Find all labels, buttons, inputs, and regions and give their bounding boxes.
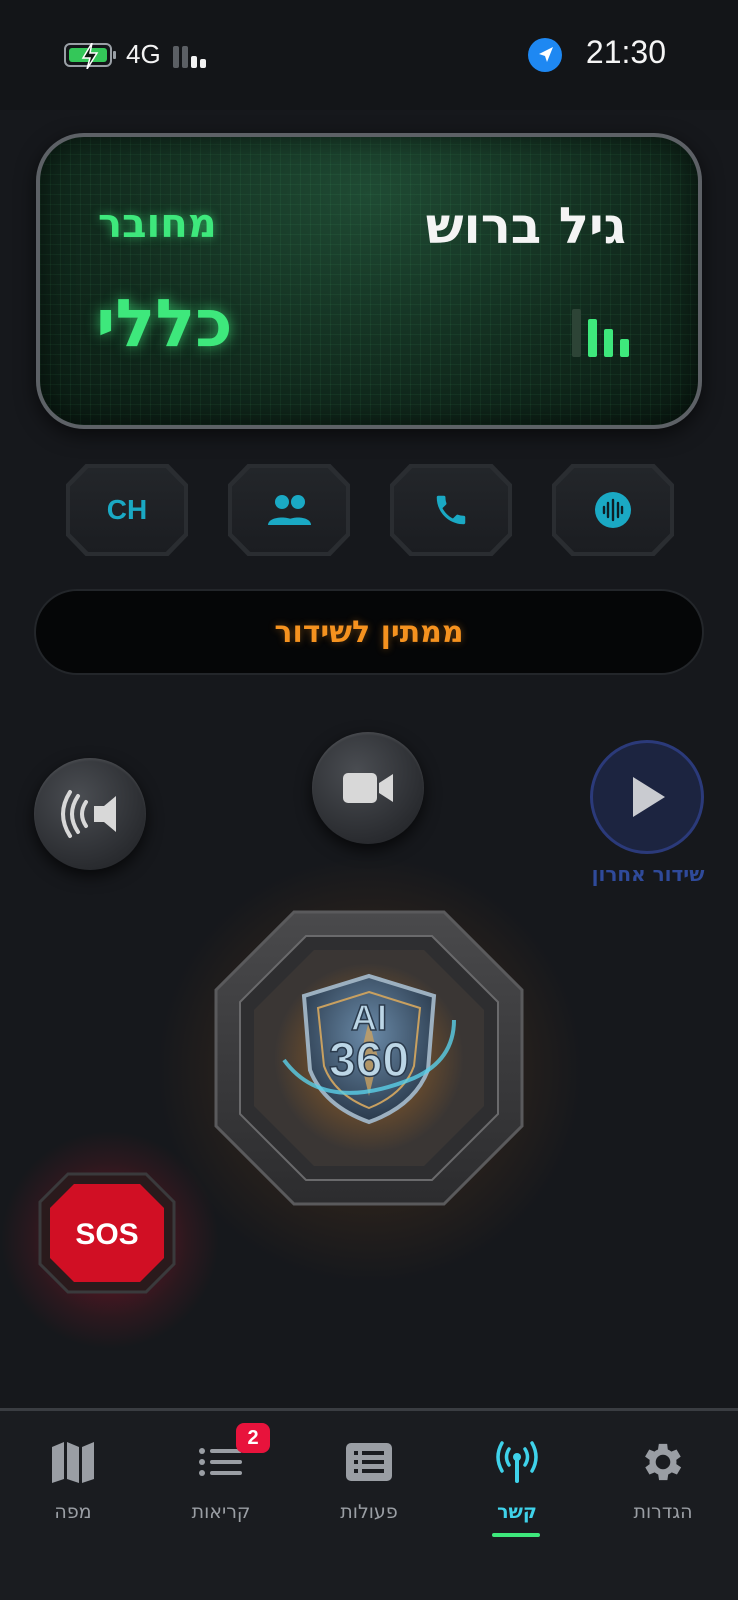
- tab-communication-label: קשר: [497, 1501, 537, 1523]
- tab-settings[interactable]: הגדרות: [598, 1411, 728, 1561]
- map-icon: [52, 1442, 94, 1483]
- active-tab-indicator: [492, 1533, 540, 1537]
- call-button[interactable]: [390, 464, 512, 556]
- svg-text:SOS: SOS: [75, 1218, 138, 1251]
- battery-charging-icon: [64, 43, 116, 69]
- list-panel-icon: [346, 1443, 392, 1481]
- antenna-icon: [496, 1441, 538, 1483]
- replay-button[interactable]: [590, 740, 704, 854]
- signal-bars-icon: [570, 305, 640, 357]
- gear-icon: [645, 1443, 682, 1481]
- channel-button[interactable]: CH: [66, 464, 188, 556]
- phone-icon: [436, 495, 466, 525]
- clock: 21:30: [585, 34, 666, 70]
- tab-communication[interactable]: קשר: [452, 1411, 582, 1561]
- transmission-status: ממתין לשידור: [274, 614, 464, 650]
- connection-status: מחובר: [98, 201, 217, 247]
- video-camera-icon: [343, 773, 393, 803]
- tab-map-label: מפה: [54, 1501, 92, 1523]
- status-bar: 4G 21:30: [0, 0, 738, 110]
- svg-text:360: 360: [329, 1034, 409, 1087]
- speaker-icon: [61, 790, 116, 838]
- calls-badge: 2: [236, 1423, 270, 1453]
- user-name: גיל ברוש: [425, 197, 626, 255]
- group-icon: [268, 495, 311, 525]
- connection-card: גיל ברוש מחובר כללי: [36, 133, 702, 429]
- sos-button[interactable]: SOS: [38, 1172, 176, 1294]
- voice-button[interactable]: [552, 464, 674, 556]
- transmission-status-bar: ממתין לשידור: [34, 589, 704, 675]
- tab-settings-label: הגדרות: [633, 1501, 693, 1523]
- voice-wave-icon: [595, 492, 631, 528]
- signal-icon: [173, 42, 213, 68]
- bottom-tab-bar: הגדרות קשר פעולות קריאות 2 מפה: [0, 1408, 738, 1600]
- tab-actions-label: פעולות: [340, 1501, 398, 1523]
- tab-actions[interactable]: פעולות: [304, 1411, 434, 1561]
- channel-button-label: CH: [106, 494, 148, 525]
- svg-text:AI: AI: [351, 997, 387, 1038]
- push-to-talk-button[interactable]: AI 360: [214, 910, 524, 1206]
- video-button[interactable]: [312, 732, 424, 844]
- group-button[interactable]: [228, 464, 350, 556]
- replay-label: שידור אחרון: [591, 862, 705, 886]
- speaker-button[interactable]: [34, 758, 146, 870]
- tab-map[interactable]: מפה: [8, 1411, 138, 1561]
- channel-name: כללי: [96, 285, 233, 362]
- network-type: 4G: [126, 39, 161, 69]
- play-icon: [633, 777, 665, 817]
- tab-calls-label: קריאות: [191, 1501, 251, 1523]
- location-arrow-icon: [528, 38, 562, 72]
